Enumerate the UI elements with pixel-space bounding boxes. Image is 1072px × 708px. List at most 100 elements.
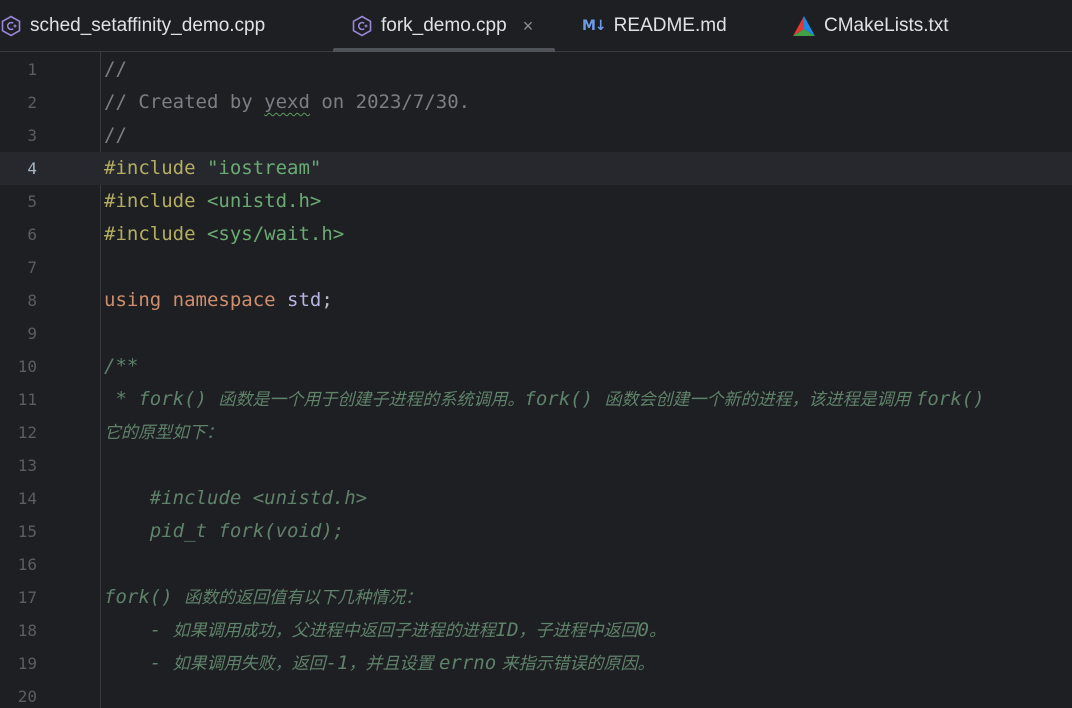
line-number[interactable]: 4 [0, 152, 37, 185]
code-token: #include [104, 223, 207, 245]
line-number[interactable]: 13 [0, 449, 37, 482]
line-number[interactable]: 12 [0, 416, 37, 449]
line-number[interactable]: 9 [0, 317, 37, 350]
code-line[interactable]: 1 // [0, 53, 1072, 86]
code-token: // [104, 58, 127, 80]
code-text: - 如果调用成功，父进程中返回子进程的进程ID，子进程中返回0。 [104, 614, 666, 648]
code-line[interactable]: 11 * fork() 函数是一个用于创建子进程的系统调用。fork() 函数会… [0, 383, 1072, 416]
code-text: /** [104, 350, 138, 383]
code-text: // [104, 119, 127, 152]
tab-label: sched_setaffinity_demo.cpp [30, 15, 266, 36]
code-token: ID [495, 619, 519, 641]
code-token: 0 [637, 619, 649, 641]
code-token: 函数是一个用于创建子进程的系统调用。 [218, 390, 525, 410]
code-line[interactable]: 8 using namespace std; [0, 284, 1072, 317]
line-number[interactable]: 14 [0, 482, 37, 515]
code-token: 函数的返回值有以下几种情况： [184, 588, 423, 608]
code-token: pid_t fork(void); [104, 520, 345, 542]
code-token: 。 [648, 621, 666, 641]
code-editor[interactable]: 1 // 2 // Created by yexd on 2023/7/30. 3 // 4… [0, 52, 1072, 708]
line-number[interactable]: 18 [0, 614, 37, 647]
editor-tab-bar: sched_setaffinity_demo.cpp fork_demo.cpp… [0, 0, 1072, 52]
code-token: ，并且设置 [348, 654, 439, 674]
code-line[interactable]: 4 #include "iostream" [0, 152, 1072, 185]
line-number[interactable]: 10 [0, 350, 37, 383]
code-line[interactable]: 14 #include <unistd.h> [0, 482, 1072, 515]
code-token: on 2023/7/30. [309, 91, 471, 113]
code-token: // [104, 124, 127, 146]
code-token: ; [321, 289, 333, 311]
line-number[interactable]: 5 [0, 185, 37, 218]
code-text: * fork() 函数是一个用于创建子进程的系统调用。fork() 函数会创建一… [104, 383, 985, 417]
cpp-file-icon [0, 15, 22, 37]
code-token: * fork() [104, 388, 219, 410]
code-token: #include <unistd.h> [104, 487, 368, 509]
code-token: fork() [104, 586, 185, 608]
code-token: 如果调用失败，返回 [172, 654, 326, 674]
line-number[interactable]: 6 [0, 218, 37, 251]
code-token: 它的原型如下： [104, 423, 223, 443]
code-text: using namespace std; [104, 284, 333, 317]
code-line[interactable]: 13 [0, 449, 1072, 482]
code-line[interactable]: 17 fork() 函数的返回值有以下几种情况： [0, 581, 1072, 614]
line-number[interactable]: 2 [0, 86, 37, 119]
line-number[interactable]: 8 [0, 284, 37, 317]
code-line[interactable]: 16 [0, 548, 1072, 581]
code-line[interactable]: 20 [0, 680, 1072, 708]
code-line[interactable]: 18 - 如果调用成功，父进程中返回子进程的进程ID，子进程中返回0。 [0, 614, 1072, 647]
code-token: 如果调用成功，父进程中返回子进程的进程 [172, 621, 496, 641]
tab-fork-demo[interactable]: fork_demo.cpp × [333, 0, 556, 52]
code-token: // Created by [104, 91, 265, 113]
line-number[interactable]: 1 [0, 53, 37, 86]
line-number[interactable]: 20 [0, 680, 37, 708]
code-token: fork() [915, 388, 985, 410]
code-line[interactable]: 7 [0, 251, 1072, 284]
code-token: fork() [524, 388, 605, 410]
cpp-file-icon [351, 15, 373, 37]
code-token: - [104, 619, 173, 641]
line-number[interactable]: 15 [0, 515, 37, 548]
markdown-file-icon: M↓ [582, 17, 607, 34]
code-line[interactable]: 3 // [0, 119, 1072, 152]
code-token: 函数会创建一个新的进程，该进程是调用 [604, 390, 916, 410]
code-text: #include <unistd.h> [104, 185, 321, 218]
code-token: <sys/wait.h> [206, 223, 345, 245]
code-text: #include <sys/wait.h> [104, 218, 344, 251]
code-token: yexd [264, 91, 310, 113]
tab-readme[interactable]: M↓ README.md [582, 0, 727, 51]
line-number[interactable]: 7 [0, 251, 37, 284]
line-number[interactable]: 11 [0, 383, 37, 416]
code-token: using [104, 289, 173, 311]
code-line[interactable]: 5 #include <unistd.h> [0, 185, 1072, 218]
code-token: #include [104, 157, 207, 179]
code-line[interactable]: 10 /** [0, 350, 1072, 383]
code-token: <unistd.h> [206, 190, 322, 212]
line-number[interactable]: 3 [0, 119, 37, 152]
line-number[interactable]: 16 [0, 548, 37, 581]
close-icon[interactable]: × [523, 17, 534, 35]
cmake-file-icon [792, 15, 816, 37]
tab-cmakelists[interactable]: CMakeLists.txt [792, 0, 949, 51]
line-number[interactable]: 19 [0, 647, 37, 680]
code-token: std [287, 289, 322, 311]
tab-label: README.md [613, 15, 727, 36]
code-text: // Created by yexd on 2023/7/30. [104, 86, 470, 119]
code-line[interactable]: 19 - 如果调用失败，返回-1，并且设置 errno 来指示错误的原因。 [0, 647, 1072, 680]
tab-label: fork_demo.cpp [381, 15, 507, 36]
code-text: pid_t fork(void); [104, 515, 344, 548]
code-token: 来指示错误的原因。 [496, 654, 655, 674]
code-line[interactable]: 9 [0, 317, 1072, 350]
code-token: - [104, 652, 173, 674]
code-line[interactable]: 6 #include <sys/wait.h> [0, 218, 1072, 251]
code-line[interactable]: 15 pid_t fork(void); [0, 515, 1072, 548]
code-text: // [104, 53, 127, 86]
code-line[interactable]: 12 它的原型如下： [0, 416, 1072, 449]
code-text: 它的原型如下： [104, 416, 223, 450]
code-text: #include "iostream" [104, 152, 321, 185]
tab-label: CMakeLists.txt [824, 15, 949, 36]
code-line[interactable]: 2 // Created by yexd on 2023/7/30. [0, 86, 1072, 119]
tab-sched-setaffinity-demo[interactable]: sched_setaffinity_demo.cpp [0, 0, 265, 51]
code-token: /** [104, 355, 139, 377]
code-token: #include [104, 190, 207, 212]
line-number[interactable]: 17 [0, 581, 37, 614]
